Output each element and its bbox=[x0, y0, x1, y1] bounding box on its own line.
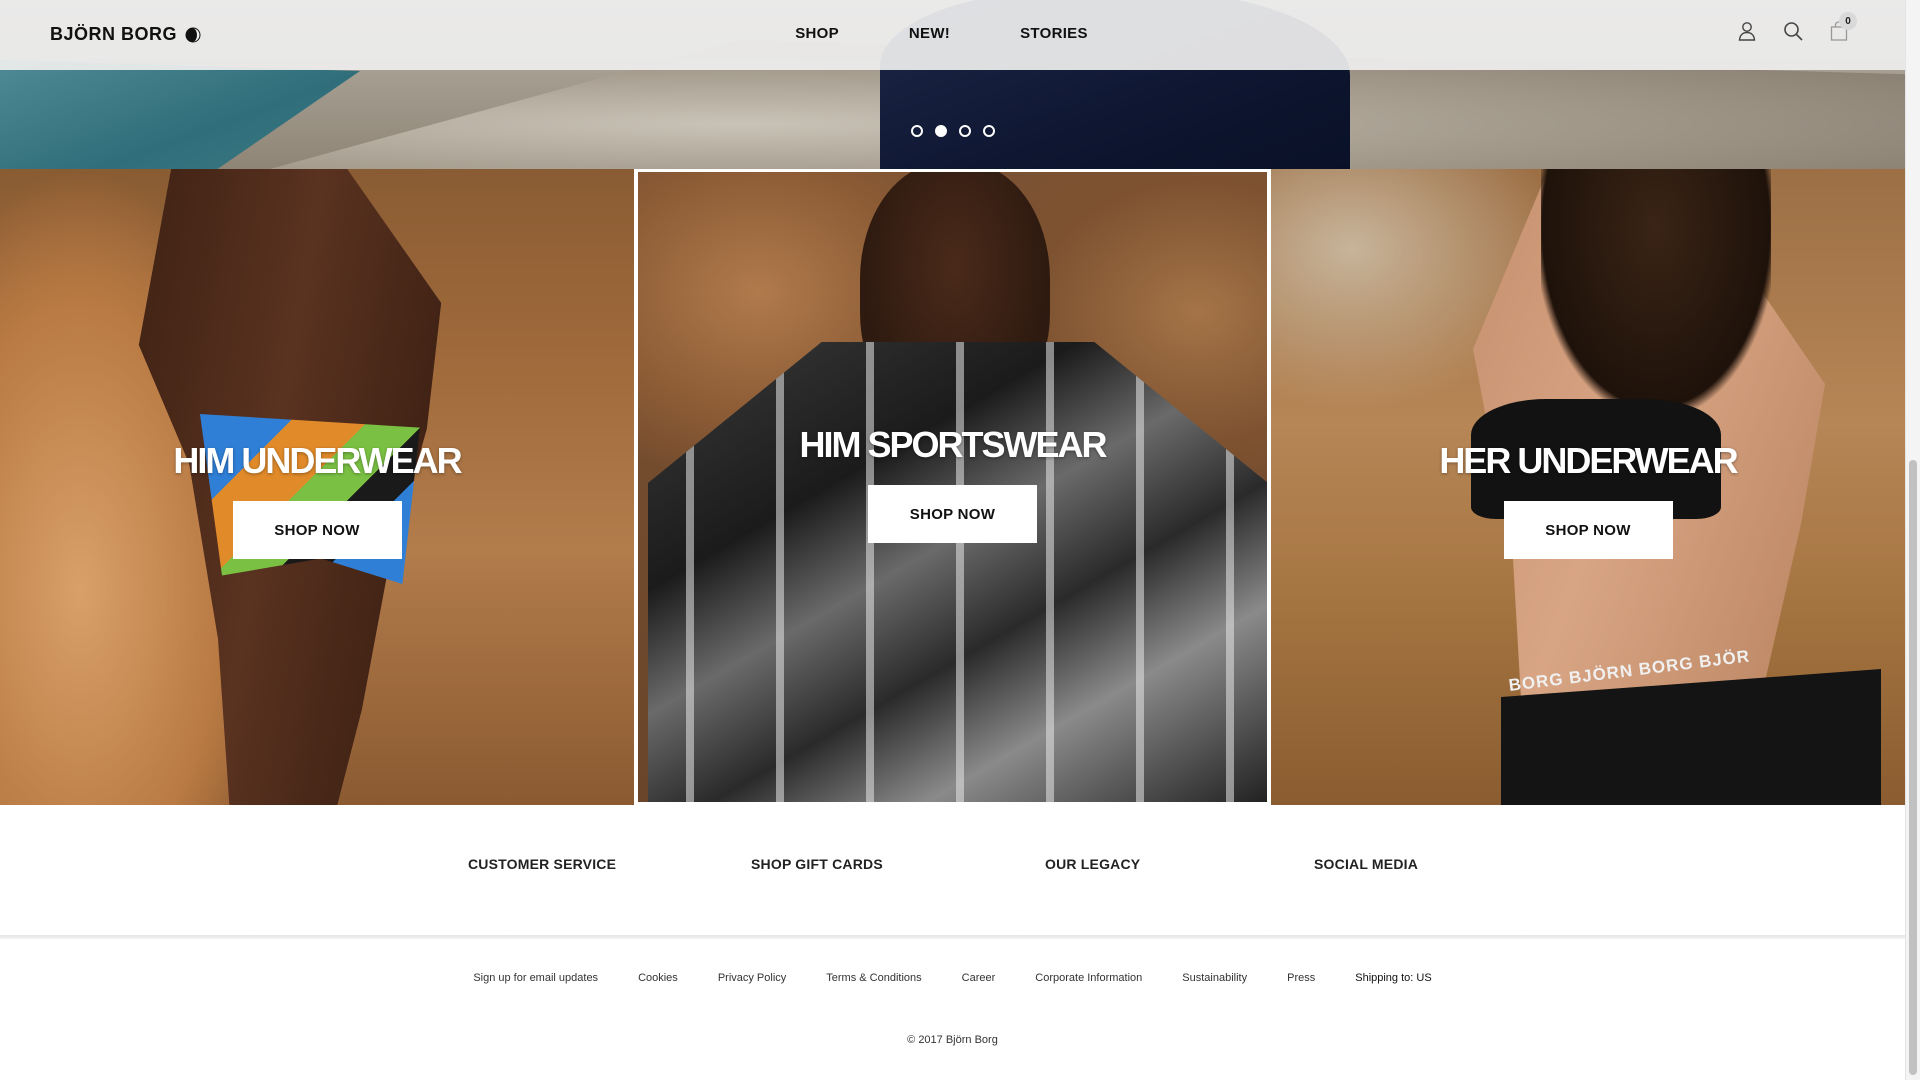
site-header: BJÖRN BORG SHOP NEW! STORIES 0 bbox=[0, 0, 1905, 70]
slide-dot-1[interactable] bbox=[910, 125, 923, 137]
tile-him-underwear[interactable]: HIM UNDERWEAR SHOP NOW bbox=[0, 169, 634, 805]
footer-our-legacy[interactable]: OUR LEGACY bbox=[1045, 856, 1140, 872]
tile-content: HIM UNDERWEAR SHOP NOW bbox=[0, 443, 634, 559]
footer-shop-gift-cards[interactable]: SHOP GIFT CARDS bbox=[751, 856, 883, 872]
shop-now-button[interactable]: SHOP NOW bbox=[868, 485, 1037, 543]
footer-divider bbox=[0, 935, 1905, 939]
tile-title: HER UNDERWEAR bbox=[1439, 440, 1738, 481]
tile-title: HIM SPORTSWEAR bbox=[799, 424, 1107, 465]
slide-dot-2[interactable] bbox=[934, 125, 947, 137]
nav-item-new[interactable]: NEW! bbox=[909, 25, 950, 42]
category-tiles: HIM UNDERWEAR SHOP NOW HIM SPORTSWEAR SH… bbox=[0, 169, 1905, 805]
shipping-country-selector[interactable]: Shipping to: US bbox=[1355, 972, 1431, 984]
shopping-bag-icon[interactable]: 0 bbox=[1828, 12, 1857, 42]
slide-dot-4[interactable] bbox=[982, 125, 995, 137]
cart-count-badge: 0 bbox=[1839, 12, 1857, 30]
hero-image-sea bbox=[0, 60, 360, 169]
shop-now-button[interactable]: SHOP NOW bbox=[232, 501, 402, 559]
shop-now-button[interactable]: SHOP NOW bbox=[1503, 501, 1673, 559]
footer-link-sustainability[interactable]: Sustainability bbox=[1182, 972, 1247, 984]
tile-him-sportswear[interactable]: HIM SPORTSWEAR SHOP NOW bbox=[635, 169, 1270, 805]
footer-link-corporate[interactable]: Corporate Information bbox=[1035, 972, 1142, 984]
slideshow-pagination bbox=[0, 125, 1905, 137]
main-nav: SHOP NEW! STORIES bbox=[0, 25, 1905, 42]
tile-image-hair bbox=[1541, 169, 1771, 409]
tile-title: HIM UNDERWEAR bbox=[173, 440, 462, 481]
footer-links: Sign up for email updates Cookies Privac… bbox=[0, 972, 1905, 984]
tile-image-jacket bbox=[648, 342, 1267, 802]
user-icon[interactable] bbox=[1736, 20, 1758, 42]
scrollbar-thumb[interactable] bbox=[1909, 460, 1917, 1075]
footer-link-terms[interactable]: Terms & Conditions bbox=[826, 972, 921, 984]
tile-content: HIM SPORTSWEAR SHOP NOW bbox=[638, 427, 1267, 543]
footer-link-email-signup[interactable]: Sign up for email updates bbox=[473, 972, 598, 984]
search-icon[interactable] bbox=[1782, 20, 1804, 42]
footer-link-privacy[interactable]: Privacy Policy bbox=[718, 972, 786, 984]
footer-categories: CUSTOMER SERVICE SHOP GIFT CARDS OUR LEG… bbox=[0, 805, 1905, 935]
copyright: © 2017 Björn Borg bbox=[907, 1034, 998, 1046]
footer-link-cookies[interactable]: Cookies bbox=[638, 972, 678, 984]
slide-dot-3[interactable] bbox=[958, 125, 971, 137]
tile-her-underwear[interactable]: BORG BJÖRN BORG BJÖR HER UNDERWEAR SHOP … bbox=[1271, 169, 1905, 805]
footer-link-career[interactable]: Career bbox=[962, 972, 996, 984]
footer-link-press[interactable]: Press bbox=[1287, 972, 1315, 984]
nav-item-shop[interactable]: SHOP bbox=[795, 25, 839, 42]
footer-social-media[interactable]: SOCIAL MEDIA bbox=[1314, 856, 1418, 872]
page-scrollbar[interactable] bbox=[1905, 0, 1920, 1080]
nav-item-stories[interactable]: STORIES bbox=[1020, 25, 1088, 42]
footer-customer-service[interactable]: CUSTOMER SERVICE bbox=[468, 856, 616, 872]
header-actions: 0 bbox=[1736, 12, 1857, 42]
tile-content: HER UNDERWEAR SHOP NOW bbox=[1271, 443, 1905, 559]
